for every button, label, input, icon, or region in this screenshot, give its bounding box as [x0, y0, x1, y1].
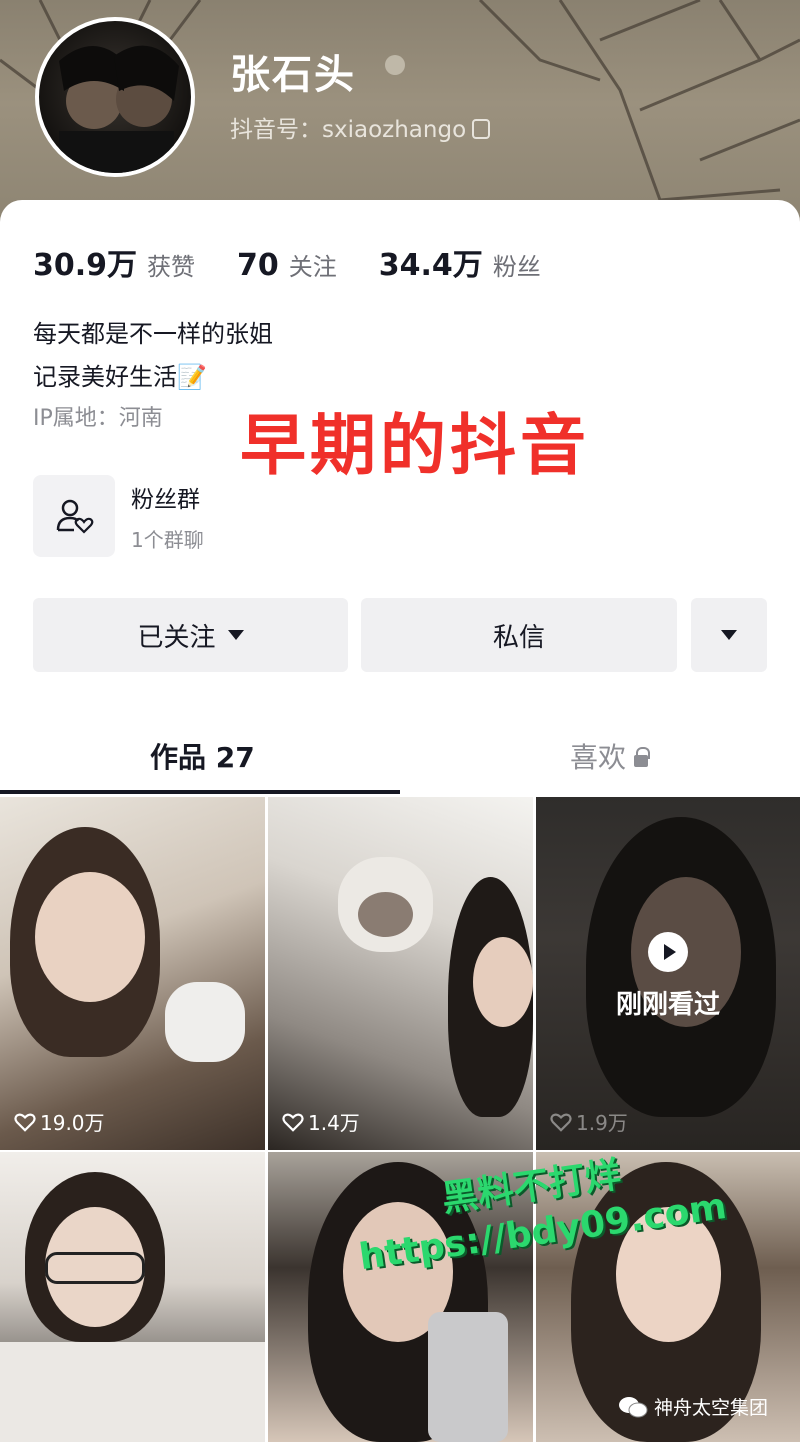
stat-likes[interactable]: 30.9万 获赞 — [33, 240, 195, 284]
tab-works[interactable]: 作品 27 — [150, 736, 255, 776]
fan-group-title: 粉丝群 — [131, 486, 200, 513]
video-thumbnail[interactable] — [0, 1152, 265, 1442]
like-count-text: 1.4万 — [308, 1111, 360, 1135]
action-buttons: 已关注 私信 — [33, 598, 767, 672]
stat-following-label: 关注 — [288, 253, 337, 281]
like-count-text: 1.9万 — [576, 1111, 628, 1135]
active-tab-indicator — [0, 790, 400, 794]
stat-likes-count: 30.9万 — [33, 248, 138, 283]
followed-button-label: 已关注 — [137, 622, 216, 653]
wechat-icon — [619, 1396, 648, 1417]
tab-likes-label: 喜欢 — [570, 741, 627, 774]
profile-banner: 张石头 抖音号：sxiaozhango — [0, 0, 800, 230]
stat-following-count: 70 — [237, 248, 279, 283]
bio-line-2: 记录美好生活📝 — [33, 363, 207, 391]
tab-works-label: 作品 27 — [150, 741, 255, 774]
stat-fans-count: 34.4万 — [378, 248, 483, 283]
fan-group-entry[interactable]: 粉丝群 1个群聊 — [33, 475, 204, 557]
video-thumbnail[interactable]: 1.4万 — [268, 797, 533, 1150]
content-tabs: 作品 27 喜欢 — [0, 718, 800, 798]
ip-location: IP属地：河南 — [33, 406, 163, 431]
message-button-label: 私信 — [492, 622, 545, 653]
more-dropdown-button[interactable] — [691, 598, 767, 672]
bio-line-1: 每天都是不一样的张姐 — [33, 320, 273, 348]
source-tag: 神舟太空集团 — [618, 1393, 768, 1420]
copy-icon[interactable] — [472, 119, 491, 139]
avatar[interactable] — [35, 17, 195, 177]
stats-row: 30.9万 获赞 70 关注 34.4万 粉丝 — [33, 240, 583, 284]
lock-icon — [634, 747, 651, 767]
stat-following[interactable]: 70 关注 — [237, 247, 337, 283]
fan-group-icon-box — [33, 475, 115, 557]
stat-fans-label: 粉丝 — [492, 253, 541, 281]
stat-likes-label: 获赞 — [147, 253, 196, 281]
douyin-id: 抖音号：sxiaozhango — [230, 110, 491, 144]
recently-watched-label: 刚刚看过 — [615, 990, 720, 1020]
fan-group-subtitle: 1个群聊 — [131, 527, 204, 552]
like-count: 19.0万 — [14, 1107, 105, 1136]
heart-icon — [14, 1113, 36, 1132]
play-icon — [648, 932, 688, 972]
video-grid: 19.0万 1.4万 刚刚看过 1.9万 — [0, 797, 800, 1442]
heart-icon — [282, 1113, 304, 1132]
followed-button[interactable]: 已关注 — [33, 598, 348, 672]
recently-watched-overlay: 刚刚看过 — [536, 932, 800, 1021]
source-tag-text: 神舟太空集团 — [654, 1397, 769, 1419]
overlay-caption: 早期的抖音 — [240, 407, 590, 484]
fan-group-text: 粉丝群 1个群聊 — [131, 480, 204, 553]
bio: 每天都是不一样的张姐 记录美好生活📝 — [33, 313, 273, 399]
group-heart-icon — [56, 499, 94, 534]
like-count-text: 19.0万 — [40, 1111, 105, 1135]
message-button[interactable]: 私信 — [361, 598, 677, 672]
like-count: 1.4万 — [282, 1107, 360, 1136]
douyin-id-text: 抖音号：sxiaozhango — [230, 117, 467, 143]
like-count: 1.9万 — [550, 1107, 628, 1136]
username: 张石头 — [230, 52, 356, 98]
heart-icon — [550, 1113, 572, 1132]
tab-likes[interactable]: 喜欢 — [570, 736, 651, 776]
caret-down-icon — [721, 630, 737, 640]
stat-fans[interactable]: 34.4万 粉丝 — [379, 240, 541, 284]
caret-down-icon — [227, 630, 244, 640]
video-thumbnail-watched[interactable]: 刚刚看过 1.9万 — [536, 797, 800, 1150]
video-thumbnail[interactable]: 19.0万 — [0, 797, 265, 1150]
